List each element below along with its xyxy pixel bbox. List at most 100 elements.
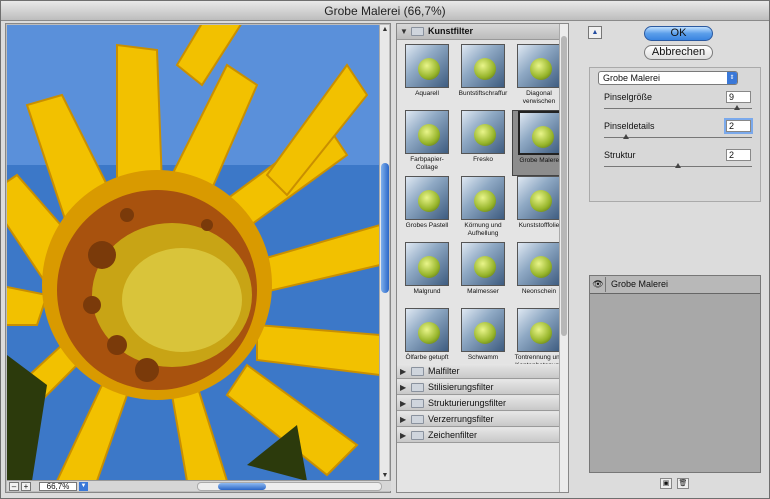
filter-category[interactable]: ▶ Malfilter [397,364,559,379]
param-slider[interactable] [604,134,752,139]
category-kunstfilter[interactable]: ▼ Kunstfilter [397,24,559,40]
filter-preview-image [405,44,449,88]
filter-thumbnail[interactable]: Grobes Pastell [400,176,454,242]
preview-vertical-scrollbar[interactable]: ▲ ▼ [379,25,389,481]
filter-settings: Grobe Malerei ⇕ Pinselgröße 9 Pinseldetail… [589,67,761,202]
filter-category[interactable]: ▶ Strukturierungsfilter [397,396,559,411]
folder-icon [411,367,424,376]
folder-icon [411,431,424,440]
apple-icon [418,58,440,80]
apple-icon [474,58,496,80]
filter-name: Körnung und Aufhellung [464,222,502,237]
param-label: Pinseldetails [604,121,655,131]
filter-name: Aquarell [415,90,439,97]
slider-knob[interactable] [734,105,741,110]
zoom-in-button[interactable]: + [21,482,31,491]
filter-select[interactable]: Grobe Malerei ⇕ [598,71,738,85]
category-label: Zeichenfilter [428,430,478,440]
apple-icon [474,256,496,278]
new-layer-icon[interactable]: ▣ [660,478,672,489]
filter-preview-image [517,44,561,88]
scroll-thumb[interactable] [381,163,389,293]
filter-preview-image [461,242,505,286]
slider-knob[interactable] [675,163,681,168]
collapse-gallery-icon[interactable]: ▲ [588,26,602,39]
filter-category[interactable]: ▶ Stilisierungsfilter [397,380,559,395]
filter-category[interactable]: ▶ Zeichenfilter [397,428,559,443]
settings-panel: ▲ OK Abbrechen Grobe Malerei ⇕ Pinselgrö… [584,23,767,493]
param-value-input[interactable]: 2 [726,149,751,161]
filter-thumbnail[interactable]: Fresko [456,110,510,176]
ok-button[interactable]: OK [644,26,713,41]
apple-icon [530,256,552,278]
collapsed-triangle-icon: ▶ [400,383,407,392]
gallery-scrollbar[interactable] [559,24,568,492]
filter-thumbnail[interactable]: Aquarell [400,44,454,110]
cancel-button[interactable]: Abbrechen [644,45,713,60]
folder-icon [411,383,424,392]
param-slider[interactable] [604,105,752,110]
preview-image[interactable] [7,25,380,481]
collapsed-triangle-icon: ▶ [400,399,407,408]
filter-name: Schwamm [467,354,499,361]
collapsed-triangle-icon: ▶ [400,367,407,376]
category-label: Malfilter [428,366,460,376]
horizontal-scroll-thumb[interactable] [218,483,266,490]
sunflower-image [7,25,380,481]
apple-icon [418,322,440,344]
filter-preview-image [517,308,561,352]
delete-layer-icon[interactable]: 🗑 [677,478,689,489]
filter-preview-image [405,176,449,220]
filter-name: Kunststofffolie [518,222,560,229]
filter-gallery: ▼ Kunstfilter Aquarell Buntstiftschraffur… [396,23,569,493]
param-value-input[interactable]: 2 [726,120,751,132]
eye-icon[interactable]: 👁 [591,277,606,292]
zoom-level[interactable]: 66,7% [39,482,77,491]
effect-layer[interactable]: 👁 Grobe Malerei [590,276,760,294]
apple-icon [474,190,496,212]
filter-thumbnail[interactable]: Körnung und Aufhellung [456,176,510,242]
filter-preview-image [405,308,449,352]
filter-thumbnail[interactable]: Farbpapier-Collage [400,110,454,176]
scroll-up-icon[interactable]: ▲ [380,25,390,35]
apple-icon [474,124,496,146]
filter-name: Malgrund [413,288,441,295]
zoom-dropdown-icon[interactable]: ▼ [79,482,88,491]
window-title: Grobe Malerei (66,7%) [1,1,769,21]
filter-thumbnail[interactable]: Neonschein [512,242,566,308]
preview-bottom-bar: – + 66,7% ▼ [7,480,391,491]
filter-thumbnail[interactable]: Grobe Malerei [512,110,566,176]
zoom-control: – + 66,7% ▼ [9,482,88,491]
filter-preview-image [405,110,449,154]
folder-icon [411,27,424,36]
filter-preview-image [517,176,561,220]
filter-thumbnail[interactable]: Malmesser [456,242,510,308]
apple-icon [532,126,554,148]
filter-gallery-window: Grobe Malerei (66,7%) ▲ ▼ – + 66,7% ▼ ▼ … [0,0,770,499]
filter-thumbnail[interactable]: Diagonal verwischen [512,44,566,110]
select-arrow-icon: ⇕ [727,72,737,84]
filter-name: Ölfarbe getupft [405,354,449,361]
filter-name: Fresko [473,156,493,163]
apple-icon [418,124,440,146]
slider-knob[interactable] [623,134,630,139]
filter-preview-image [405,242,449,286]
filter-category[interactable]: ▶ Verzerrungsfilter [397,412,559,427]
filter-thumbnail[interactable]: Malgrund [400,242,454,308]
zoom-out-button[interactable]: – [9,482,19,491]
filter-preview-image [461,44,505,88]
filter-thumbnail[interactable]: Kunststofffolie [512,176,566,242]
filter-thumbnail[interactable]: Buntstiftschraffur [456,44,510,110]
filter-select-value: Grobe Malerei [603,73,661,83]
param-value-input[interactable]: 9 [726,91,751,103]
param-label: Pinselgröße [604,92,653,102]
effect-layer-name: Grobe Malerei [611,279,669,289]
filter-thumbnails: Aquarell Buntstiftschraffur Diagonal verwi… [397,41,566,385]
gallery-scroll-thumb[interactable] [561,36,567,336]
apple-icon [418,256,440,278]
filter-name: Diagonal verwischen [522,90,556,105]
param-slider[interactable] [604,163,752,168]
filter-preview-image [517,242,561,286]
preview-horizontal-scrollbar[interactable] [197,482,382,491]
collapsed-triangle-icon: ▶ [400,415,407,424]
